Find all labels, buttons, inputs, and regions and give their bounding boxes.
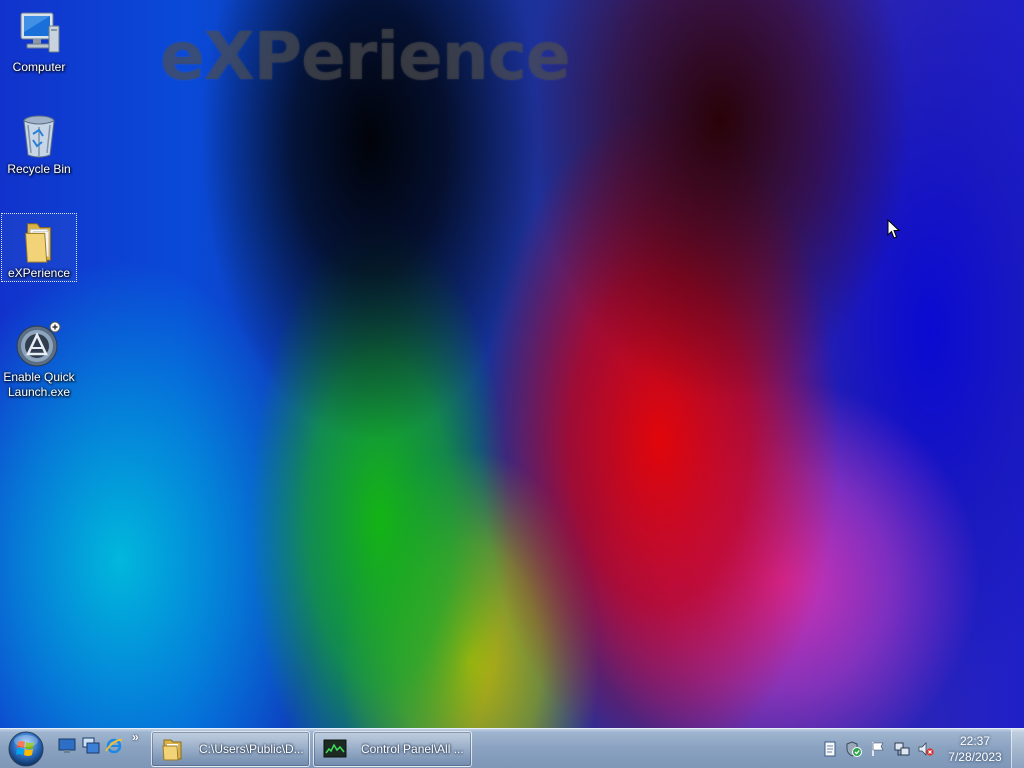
security-shield-icon[interactable] [846, 741, 862, 757]
show-desktop-button[interactable] [1011, 729, 1024, 768]
desktop-icon-label: Computer [12, 60, 66, 74]
mouse-pointer-icon [887, 219, 901, 239]
desktop-icon-experience-folder[interactable]: eXPerience [1, 213, 77, 282]
taskbar-clock[interactable]: 22:37 7/28/2023 [940, 733, 1010, 765]
desktop-icon-label: Enable Quick Launch.exe [3, 370, 75, 399]
app-launcher-icon [16, 321, 61, 367]
start-button[interactable] [7, 730, 45, 768]
taskbar-button-label: C:\Users\Public\D... [199, 742, 304, 756]
taskbar: » C:\Users\Public\D... Control Panel\All… [0, 728, 1024, 768]
desktop-icon-enable-quick-launch[interactable]: Enable Quick Launch.exe [1, 316, 77, 402]
taskbar-button-explorer[interactable]: C:\Users\Public\D... [151, 731, 310, 767]
computer-icon [20, 12, 60, 53]
folder-icon [162, 739, 182, 761]
clock-time: 22:37 [959, 734, 991, 748]
internet-explorer-icon[interactable] [105, 737, 123, 755]
volume-muted-icon[interactable] [918, 741, 934, 757]
show-desktop-icon[interactable] [58, 737, 76, 755]
folder-icon [25, 223, 51, 263]
desktop-background[interactable]: eXPerience Computer Recycle Bin eXPerien… [0, 0, 1024, 728]
notepad-icon[interactable] [822, 741, 838, 757]
quick-launch-overflow-button[interactable]: » [132, 731, 144, 745]
control-panel-icon [323, 739, 347, 758]
desktop-icon-computer[interactable]: Computer [1, 6, 77, 78]
wallpaper-watermark: eXPerience [160, 18, 571, 95]
switch-windows-icon[interactable] [82, 737, 100, 755]
desktop-icon-recycle-bin[interactable]: Recycle Bin [1, 108, 77, 182]
desktop-icon-label: Recycle Bin [7, 162, 71, 176]
taskbar-button-label: Control Panel\All ... [361, 742, 464, 756]
taskbar-button-control-panel[interactable]: Control Panel\All ... [313, 731, 472, 767]
desktop-icon-label: eXPerience [7, 266, 71, 280]
recycle-bin-icon [23, 115, 55, 158]
action-center-flag-icon[interactable] [870, 741, 886, 757]
network-icon[interactable] [894, 741, 910, 757]
clock-date: 7/28/2023 [948, 750, 1002, 764]
